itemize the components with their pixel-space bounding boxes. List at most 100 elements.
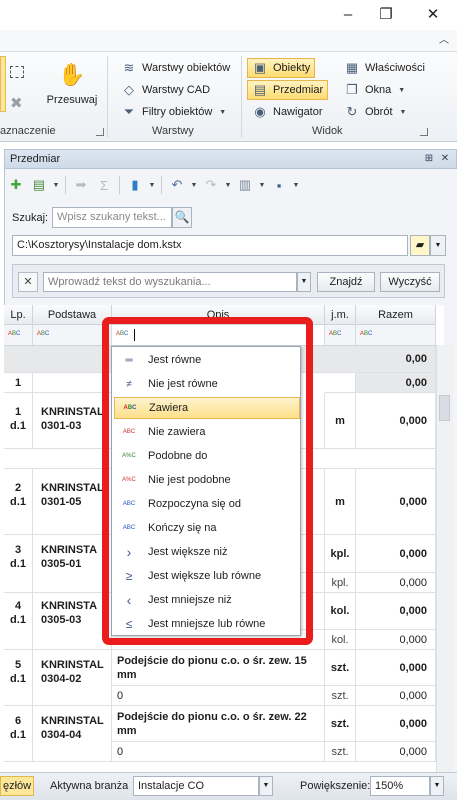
windows-button[interactable]: ❐ Okna ▼ [339,80,410,100]
chevron-down-icon[interactable]: ▼ [148,182,156,189]
column-header-unit[interactable]: j.m. [325,305,356,325]
status-tab[interactable]: ęzłów [0,776,34,796]
branch-dropdown-icon[interactable]: ▼ [259,776,273,796]
row-sub-unit: szt. [325,742,356,762]
ribbon-collapse-icon[interactable]: ︿ [435,33,453,49]
chevron-down-icon[interactable]: ▼ [52,182,60,189]
object-filters-button[interactable]: ⏷ Filtry obiektów ▼ [116,102,231,122]
row-lp: 5 d.1 [4,650,33,706]
sum-icon[interactable]: Σ [94,175,114,195]
add-item-icon[interactable]: ✚ [6,175,26,195]
selection-group-label: aznaczenie [0,125,56,137]
row-total: 0,00 [356,373,436,393]
view-group-launcher-icon[interactable] [420,128,428,136]
save-icon[interactable]: ▪ [269,175,289,195]
pin-icon[interactable]: ⊞ [422,152,436,166]
row-total: 0,00 [356,346,436,373]
layers-group-label: Warstwy [152,125,194,137]
row-total: 0,000 [356,393,436,449]
navigator-label: Nawigator [273,106,323,118]
filter-text-input[interactable]: Wprowadź tekst do wyszukania... [43,272,297,292]
find-button[interactable]: Znajdź [317,272,375,292]
navigator-button[interactable]: ◉ Nawigator [247,102,328,122]
zoom-select[interactable]: 150% [370,776,430,796]
properties-button[interactable]: ▦ Właściwości [339,58,430,78]
insert-icon[interactable]: ▤ [29,175,49,195]
filter-dropdown-icon[interactable]: ▼ [297,272,311,292]
chevron-down-icon[interactable]: ▼ [190,182,198,189]
pane-close-icon[interactable]: ✕ [438,152,452,166]
row-base [33,373,112,393]
filter-cell-lp[interactable]: ABC [4,325,33,346]
row-total: 0,000 [356,469,436,535]
object-layers-button[interactable]: ≋ Warstwy obiektów [116,58,235,78]
filter-cell-total[interactable]: ABC [356,325,436,346]
grid-scrollbar-thumb[interactable] [439,395,450,421]
levels-icon[interactable]: ▮ [125,175,145,195]
move-button-label: Przesuwaj [46,94,98,106]
column-header-base[interactable]: Podstawa [33,305,112,325]
objects-toggle[interactable]: ▣ Obiekty [247,58,316,78]
filter-close-icon[interactable]: ✕ [18,272,38,292]
branch-label: Aktywna branża [50,780,129,792]
row-base[interactable]: KNRINSTAL 0301-03 [33,393,112,449]
filter-cell-unit[interactable]: ABC [325,325,356,346]
search-icon[interactable]: 🔍 [172,207,192,228]
hand-icon: ✋ [58,62,86,87]
select-tool-edge[interactable] [0,56,6,112]
row-sub-description[interactable]: 0 [112,742,325,762]
chevron-down-icon[interactable]: ▼ [224,182,232,189]
row-unit: kol. [325,593,356,630]
row-description[interactable]: Podejście do pionu c.o. o śr. zew. 15 mm [112,650,325,686]
chevron-down-icon[interactable]: ▼ [258,182,266,189]
row-total: 0,000 [356,535,436,573]
calculate-icon[interactable]: ▥ [235,175,255,195]
undo-icon[interactable]: ↶ [167,175,187,195]
file-path-field[interactable]: C:\Kosztorysy\Instalacje dom.kstx [12,235,408,256]
minimize-button[interactable]: – [336,4,360,26]
row-base[interactable]: KNRINSTAL 0304-04 [33,706,112,762]
path-dropdown-icon[interactable]: ▼ [430,235,446,256]
move-arrow-icon[interactable]: ➡ [71,175,91,195]
row-unit: kpl. [325,535,356,573]
cad-layers-button[interactable]: ◇ Warstwy CAD [116,80,215,100]
restore-button[interactable]: ❐ [374,4,398,26]
row-base[interactable]: KNRINSTA 0305-03 [33,593,112,650]
filter-cell-base[interactable]: ABC [33,325,112,346]
chevron-down-icon[interactable]: ▼ [292,182,300,189]
move-button[interactable]: ✋ Przesuwaj [44,60,100,106]
column-header-lp[interactable]: Lp. [4,305,33,325]
windows-icon: ❐ [346,82,358,97]
row-unit: szt. [325,706,356,742]
row-sub-total: 0,000 [356,630,436,650]
select-rectangle-icon[interactable] [10,66,24,78]
windows-label: Okna [365,84,392,96]
row-base[interactable]: KNRINSTA 0305-01 [33,535,112,593]
rotate-button[interactable]: ↻ Obrót ▼ [339,102,411,122]
row-lp: 4 d.1 [4,593,33,650]
chevron-down-icon: ▼ [219,108,227,116]
row-unit: szt. [325,650,356,686]
search-input[interactable]: Wpisz szukany tekst... [52,207,172,228]
row-description[interactable]: Podejście do pionu c.o. o śr. zew. 22 mm [112,706,325,742]
row-unit [325,373,356,393]
delete-icon[interactable]: ✖ [10,94,23,112]
row-sub-description[interactable]: 0 [112,686,325,706]
close-button[interactable]: ✕ [421,4,445,26]
clear-button[interactable]: Wyczyść [380,272,440,292]
measurement-toggle[interactable]: ▤ Przedmiar [247,80,329,100]
branch-select[interactable]: Instalacje CO [133,776,259,796]
view-group-label: Widok [312,125,343,137]
measurement-label: Przedmiar [273,84,324,96]
selection-group-launcher-icon[interactable] [96,128,104,136]
row-base[interactable]: KNRINSTAL 0304-02 [33,650,112,706]
row-base[interactable]: KNRINSTAL 0301-05 [33,469,112,535]
object-layers-label: Warstwy obiektów [142,62,231,74]
row-sub-total: 0,000 [356,573,436,593]
folder-icon[interactable]: ▰ [410,235,430,256]
redo-icon[interactable]: ↷ [201,175,221,195]
column-header-total[interactable]: Razem [356,305,436,325]
zoom-dropdown-icon[interactable]: ▼ [430,776,444,796]
zoom-label: Powiększenie: [300,780,371,792]
row-sub-unit: kol. [325,630,356,650]
